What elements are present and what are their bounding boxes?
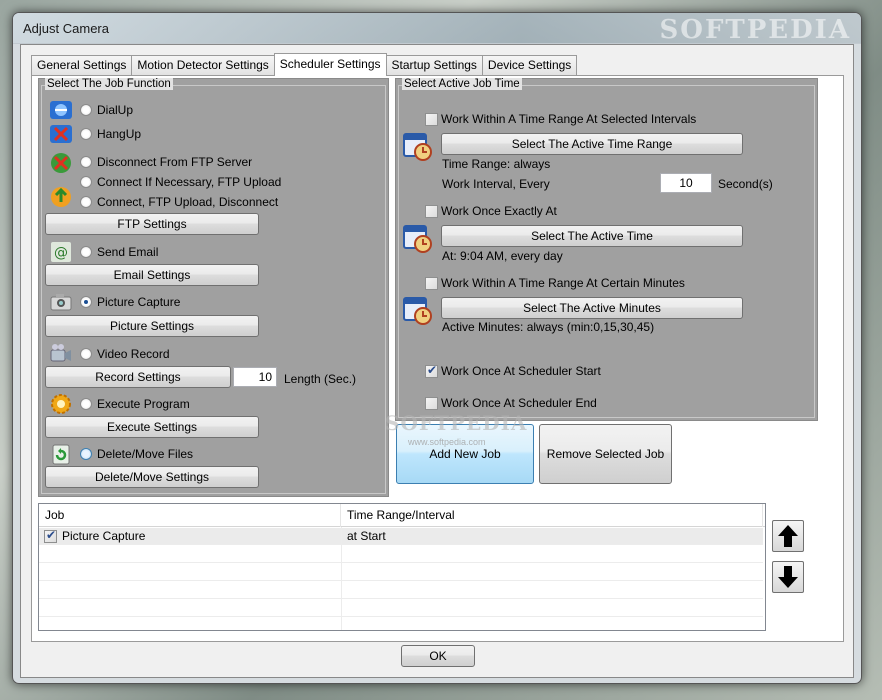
certain-minutes-info: Active Minutes: always (min:0,15,30,45)	[442, 320, 655, 334]
tab-device-settings[interactable]: Device Settings	[481, 55, 578, 75]
radio-delete-move[interactable]	[80, 448, 92, 460]
row-interval-cell: at Start	[347, 529, 386, 543]
radio-send-email[interactable]	[80, 246, 92, 258]
move-job-up-button[interactable]	[772, 520, 804, 552]
label-hangup: HangUp	[97, 127, 142, 141]
calendar-clock-icon	[401, 294, 433, 326]
table-row-empty	[39, 564, 763, 581]
job-list-table: Job Time Range/Interval Picture Capture …	[38, 503, 766, 631]
video-camera-icon	[48, 341, 73, 366]
calendar-clock-icon	[401, 222, 433, 254]
record-length-input[interactable]: 10	[233, 367, 277, 387]
dialup-icon	[48, 97, 73, 122]
record-settings-button[interactable]: Record Settings	[45, 366, 231, 388]
label-scheduler-start: Work Once At Scheduler Start	[441, 364, 601, 378]
svg-text:@: @	[54, 245, 68, 261]
calendar-clock-icon	[401, 130, 433, 162]
select-active-time-range-button[interactable]: Select The Active Time Range	[441, 133, 743, 155]
execute-settings-button[interactable]: Execute Settings	[45, 416, 259, 438]
column-divider	[341, 527, 342, 630]
radio-disconnect-ftp[interactable]	[80, 156, 92, 168]
hangup-icon	[48, 121, 73, 146]
column-header-job[interactable]: Job	[39, 504, 341, 527]
label-certain-minutes: Work Within A Time Range At Certain Minu…	[441, 276, 685, 290]
label-range-intervals: Work Within A Time Range At Selected Int…	[441, 112, 697, 126]
label-scheduler-end: Work Once At Scheduler End	[441, 396, 597, 410]
execute-gear-icon	[48, 391, 73, 416]
arrow-up-icon	[778, 525, 798, 547]
radio-picture-capture[interactable]	[80, 296, 92, 308]
select-active-time-button[interactable]: Select The Active Time	[441, 225, 743, 247]
label-send-email: Send Email	[97, 245, 159, 259]
disconnect-ftp-icon	[48, 150, 73, 175]
label-once-exactly: Work Once Exactly At	[441, 204, 557, 218]
move-job-down-button[interactable]	[772, 561, 804, 593]
add-new-job-button[interactable]: Add New Job	[396, 424, 534, 484]
ok-button[interactable]: OK	[401, 645, 475, 667]
arrow-down-icon	[778, 566, 798, 588]
email-settings-button[interactable]: Email Settings	[45, 264, 259, 286]
label-video-record: Video Record	[97, 347, 170, 361]
radio-connect-upload-disconnect[interactable]	[80, 196, 92, 208]
picture-settings-button[interactable]: Picture Settings	[45, 315, 259, 337]
checkbox-scheduler-end[interactable]	[425, 397, 438, 410]
table-header: Job Time Range/Interval	[39, 504, 765, 527]
checkbox-once-exactly[interactable]	[425, 205, 438, 218]
active-job-time-title: Select Active Job Time	[402, 78, 522, 90]
table-row-empty	[39, 582, 763, 599]
label-dialup: DialUp	[97, 103, 134, 117]
radio-execute-program[interactable]	[80, 398, 92, 410]
tab-motion-detector-settings[interactable]: Motion Detector Settings	[131, 55, 275, 75]
checkbox-certain-minutes[interactable]	[425, 277, 438, 290]
label-disconnect-ftp: Disconnect From FTP Server	[97, 155, 253, 169]
work-interval-label: Work Interval, Every	[442, 177, 550, 191]
ftp-settings-button[interactable]: FTP Settings	[45, 213, 259, 235]
title-bar[interactable]: Adjust Camera SOFTPEDIA	[13, 13, 861, 45]
ftp-upload-icon	[48, 184, 73, 209]
camera-icon	[48, 289, 73, 314]
radio-video-record[interactable]	[80, 348, 92, 360]
checkbox-scheduler-start[interactable]	[425, 363, 438, 378]
work-interval-unit: Second(s)	[718, 177, 773, 191]
work-interval-input[interactable]: 10	[660, 173, 712, 193]
tab-scheduler-settings[interactable]: Scheduler Settings	[273, 53, 387, 76]
label-connect-ftp-upload: Connect If Necessary, FTP Upload	[97, 175, 282, 189]
delete-move-settings-button[interactable]: Delete/Move Settings	[45, 466, 259, 488]
email-icon: @	[48, 239, 73, 264]
label-connect-upload-disconnect: Connect, FTP Upload, Disconnect	[97, 195, 279, 209]
settings-tabs: General Settings Motion Detector Setting…	[31, 53, 578, 76]
window-title: Adjust Camera	[23, 21, 109, 36]
checkbox-range-intervals[interactable]	[425, 113, 438, 126]
column-header-time-range[interactable]: Time Range/Interval	[341, 504, 763, 527]
remove-selected-job-button[interactable]: Remove Selected Job	[539, 424, 672, 484]
select-active-minutes-button[interactable]: Select The Active Minutes	[441, 297, 743, 319]
radio-dialup[interactable]	[80, 104, 92, 116]
row-job-cell: Picture Capture	[62, 529, 146, 543]
label-execute-program: Execute Program	[97, 397, 190, 411]
table-row[interactable]: Picture Capture at Start	[39, 528, 763, 545]
table-row-empty	[39, 546, 763, 563]
record-length-label: Length (Sec.)	[284, 372, 357, 386]
label-picture-capture: Picture Capture	[97, 295, 181, 309]
radio-hangup[interactable]	[80, 128, 92, 140]
label-delete-move: Delete/Move Files	[97, 447, 194, 461]
recycle-icon	[48, 441, 73, 466]
radio-connect-ftp-upload[interactable]	[80, 176, 92, 188]
time-range-text: Time Range: always	[442, 157, 551, 171]
tab-startup-settings[interactable]: Startup Settings	[385, 55, 483, 75]
tab-general-settings[interactable]: General Settings	[31, 55, 133, 75]
once-exactly-info: At: 9:04 AM, every day	[442, 249, 563, 263]
job-function-title: Select The Job Function	[45, 78, 173, 90]
softpedia-watermark-url: www.softpedia.com	[408, 437, 486, 447]
softpedia-watermark: SOFTPEDIA	[659, 15, 851, 45]
table-row-empty	[39, 600, 763, 617]
